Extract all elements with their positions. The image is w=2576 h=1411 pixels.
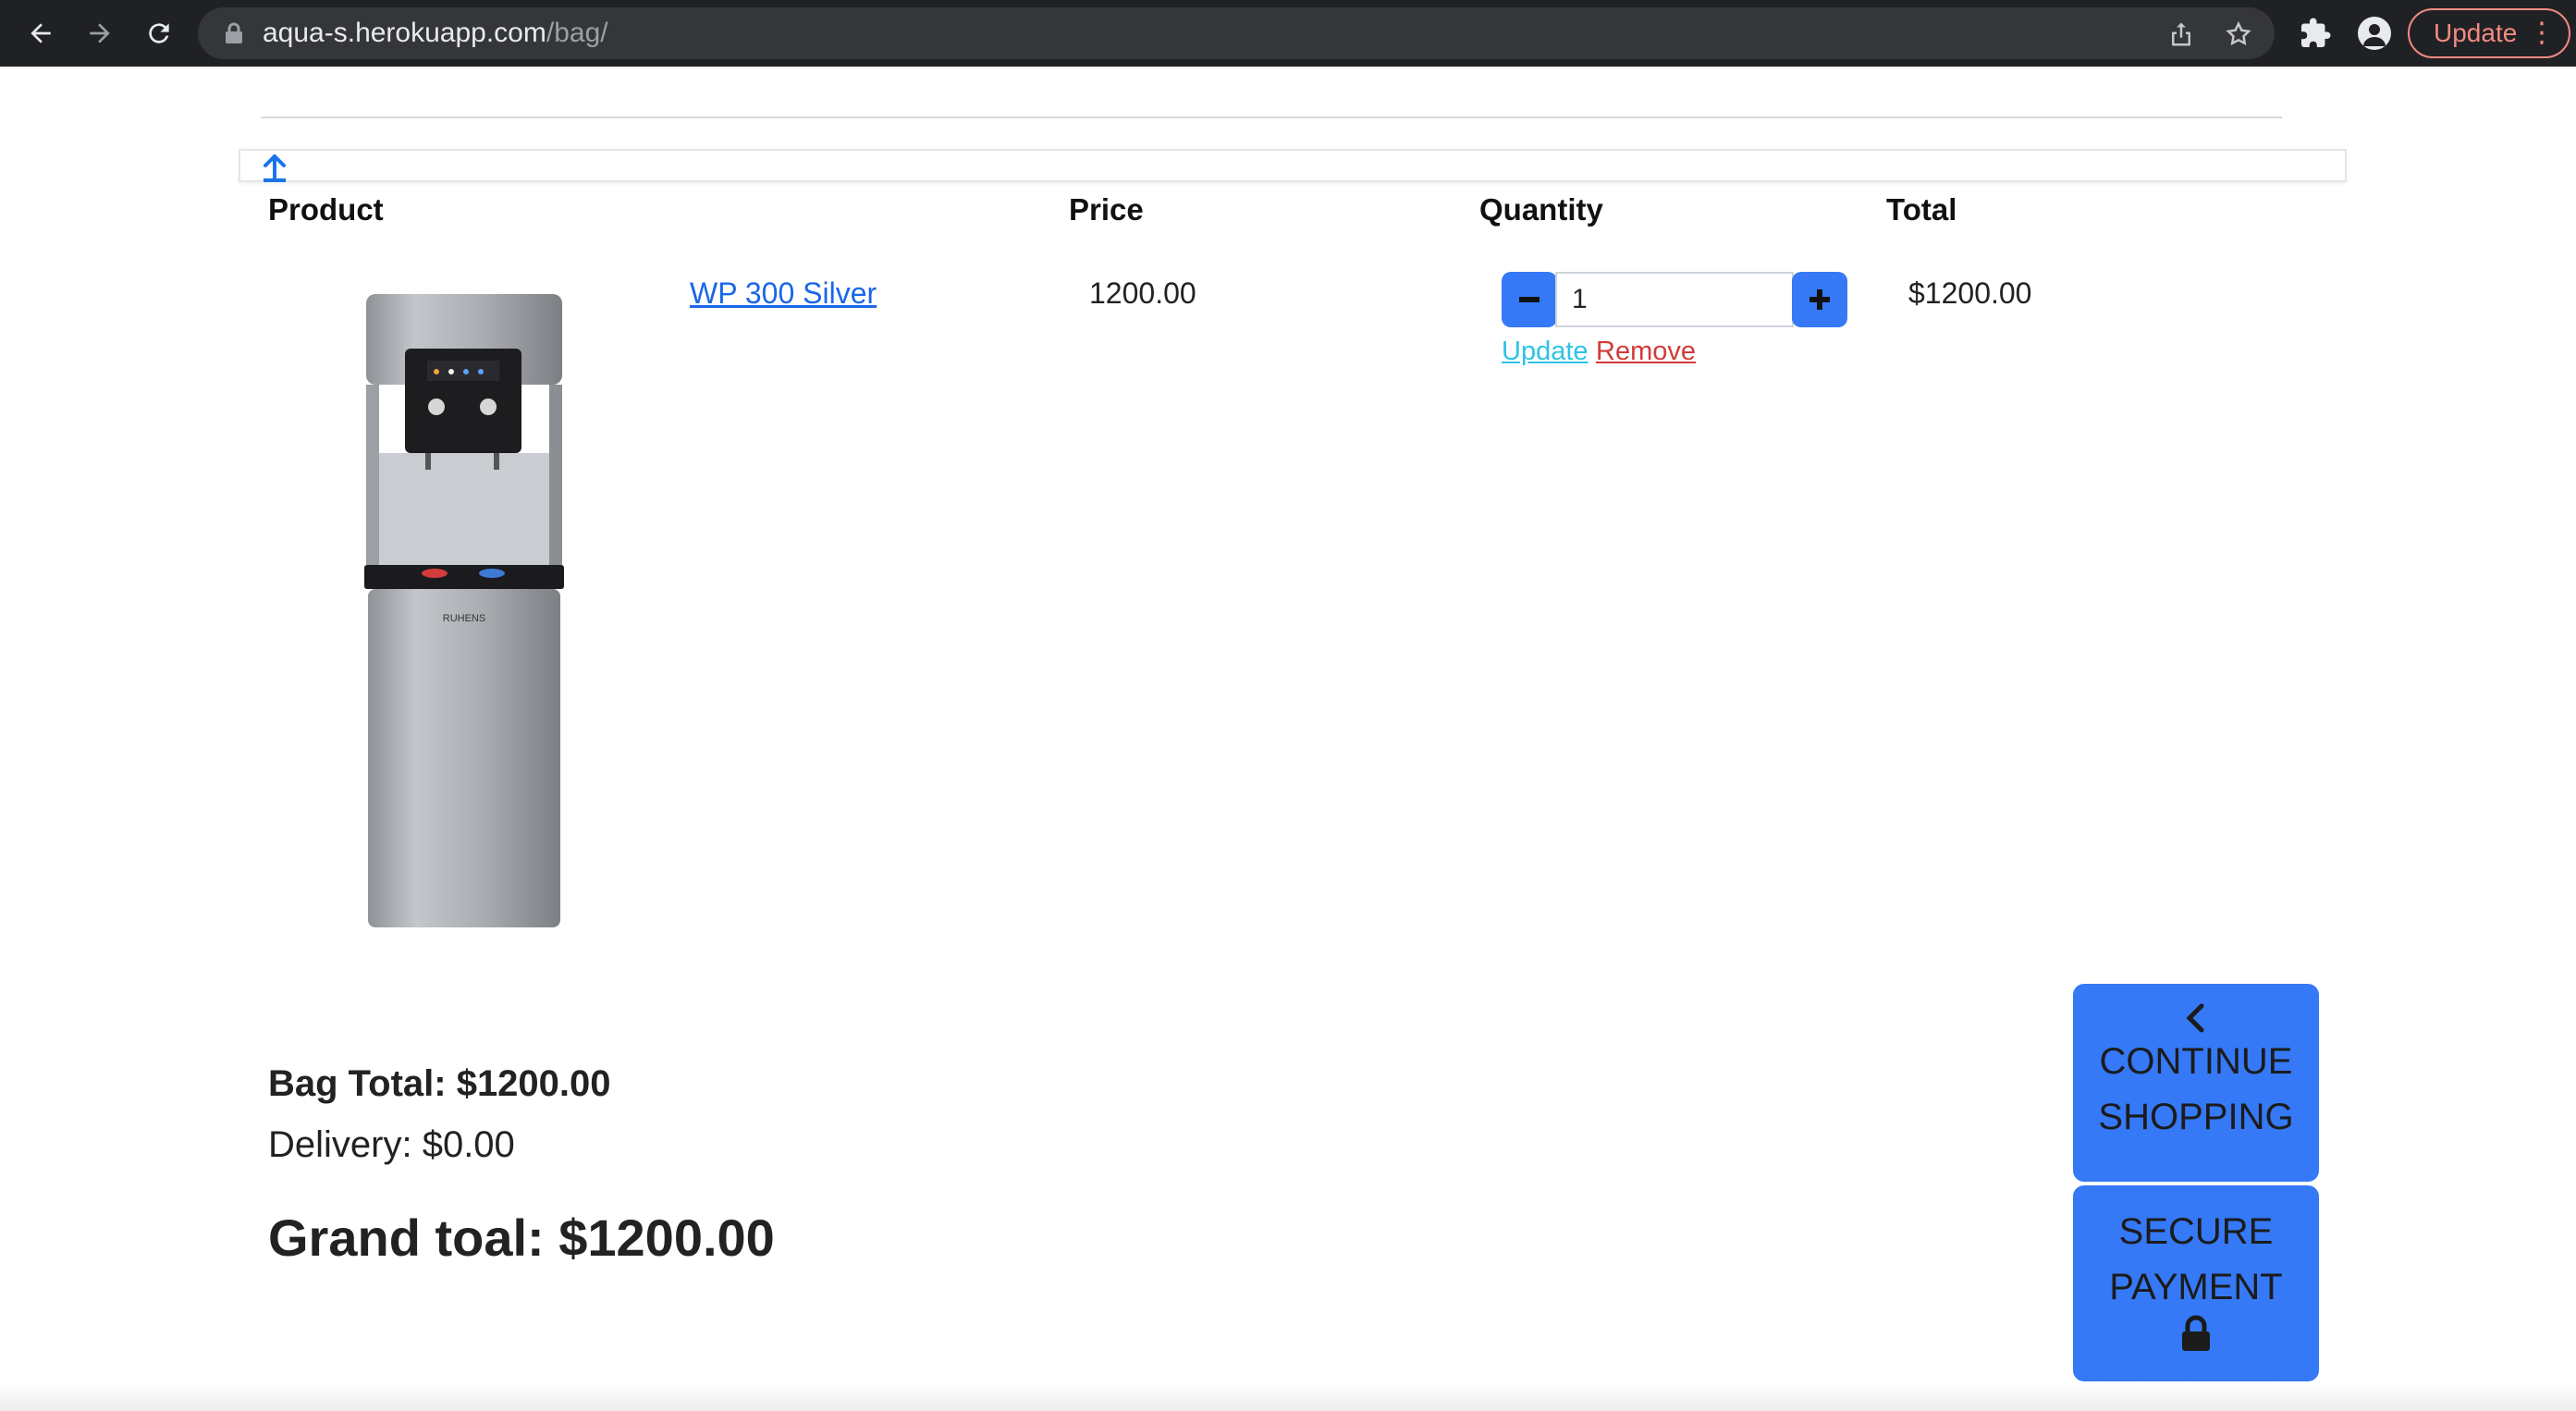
- continue-label-line1: CONTINUE: [2099, 1041, 2293, 1082]
- forward-arrow-icon[interactable]: [80, 13, 120, 54]
- extensions-puzzle-icon[interactable]: [2299, 17, 2332, 50]
- decrement-button[interactable]: [1502, 272, 1557, 327]
- increment-button[interactable]: [1792, 272, 1847, 327]
- secure-label-line2: PAYMENT: [2109, 1267, 2283, 1307]
- update-quantity-link[interactable]: Update: [1502, 337, 1589, 367]
- header-total: Total: [1886, 192, 1957, 227]
- lock-icon: [2182, 1315, 2210, 1351]
- bookmark-star-icon[interactable]: [2225, 20, 2252, 48]
- bag-total: Bag Total: $1200.00: [268, 1063, 611, 1104]
- kebab-menu-icon[interactable]: ⋮: [2528, 10, 2556, 56]
- grand-total: Grand toal: $1200.00: [268, 1209, 775, 1267]
- quantity-stepper: [1502, 272, 1847, 329]
- plus-icon: [1809, 289, 1830, 310]
- brand-mark: RUHENS: [443, 613, 485, 624]
- product-image: RUHENS: [364, 294, 564, 927]
- browser-update-button[interactable]: Update ⋮: [2408, 8, 2570, 58]
- divider: [261, 117, 2282, 118]
- browser-toolbar: aqua-s.herokuapp.com/bag/ Update ⋮: [0, 0, 2576, 67]
- secure-payment-button[interactable]: SECURE PAYMENT: [2073, 1185, 2319, 1381]
- minus-icon: [1519, 297, 1539, 302]
- header-quantity: Quantity: [1479, 192, 1603, 227]
- line-total: $1200.00: [1908, 276, 2032, 310]
- reload-icon[interactable]: [139, 13, 179, 54]
- profile-avatar-icon[interactable]: [2358, 17, 2391, 50]
- product-name-link[interactable]: WP 300 Silver: [690, 276, 877, 311]
- lock-icon: [226, 22, 242, 43]
- continue-shopping-button[interactable]: CONTINUE SHOPPING: [2073, 984, 2319, 1182]
- share-icon[interactable]: [2167, 20, 2195, 48]
- continue-label-line2: SHOPPING: [2098, 1097, 2294, 1137]
- back-to-top-bar: [239, 149, 2347, 182]
- delivery-cost: Delivery: $0.00: [268, 1124, 515, 1165]
- url-text: aqua-s.herokuapp.com/bag/: [263, 18, 608, 48]
- page-bottom-edge: [0, 1383, 2576, 1411]
- product-price: 1200.00: [1089, 276, 1196, 310]
- address-bar[interactable]: aqua-s.herokuapp.com/bag/: [198, 7, 2275, 59]
- header-price: Price: [1069, 192, 1144, 227]
- secure-label-line1: SECURE: [2118, 1211, 2274, 1252]
- arrow-up-icon[interactable]: [261, 153, 288, 182]
- header-product: Product: [268, 192, 384, 227]
- back-arrow-icon[interactable]: [20, 13, 61, 54]
- quantity-input[interactable]: [1555, 272, 1794, 327]
- chevron-left-icon: [2186, 1003, 2204, 1033]
- remove-item-link[interactable]: Remove: [1596, 337, 1696, 367]
